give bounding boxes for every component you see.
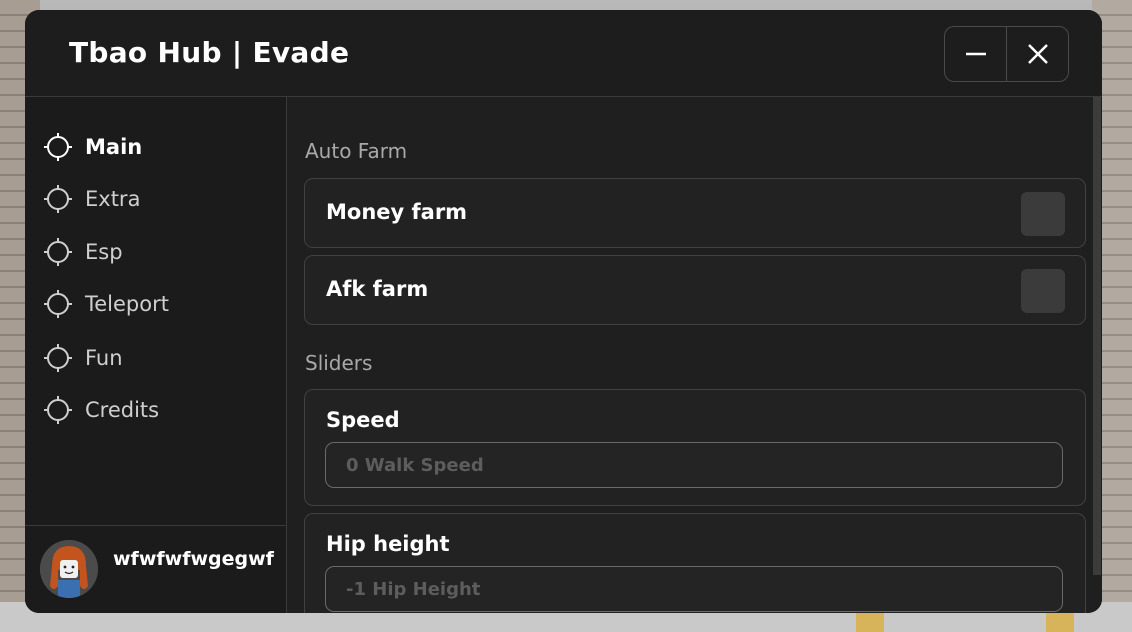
section-header-auto-farm: Auto Farm <box>305 139 408 163</box>
scrollbar[interactable] <box>1093 97 1101 575</box>
section-header-sliders: Sliders <box>305 351 373 375</box>
sidebar-item-label: Extra <box>85 187 141 211</box>
input-label: Hip height <box>326 532 450 556</box>
sidebar-item-label: Esp <box>85 240 123 264</box>
crosshair-icon <box>44 290 72 318</box>
username: wfwfwfwgegwf <box>113 548 274 570</box>
crosshair-icon <box>44 185 72 213</box>
close-icon <box>1027 44 1048 64</box>
speed-input-card: Speed <box>304 389 1086 506</box>
sidebar-item-label: Credits <box>85 398 160 422</box>
sidebar-item-main[interactable]: Main <box>43 129 142 165</box>
input-label: Speed <box>326 408 400 432</box>
sidebar-item-esp[interactable]: Esp <box>43 234 123 270</box>
sidebar: Main Extra Esp Teleport Fun Credits wfwf… <box>25 97 287 613</box>
sidebar-item-label: Main <box>85 135 143 159</box>
minimize-icon <box>965 52 986 56</box>
minimize-button[interactable] <box>945 27 1006 81</box>
crosshair-icon <box>44 133 72 161</box>
money-farm-toggle-card[interactable]: Money farm <box>304 178 1086 248</box>
afk-farm-toggle-card[interactable]: Afk farm <box>304 255 1086 325</box>
hip-height-input-card: Hip height <box>304 513 1086 613</box>
toggle-label: Money farm <box>326 200 468 224</box>
title-bar[interactable]: Tbao Hub | Evade <box>25 10 1102 97</box>
crosshair-icon <box>44 344 72 372</box>
crosshair-icon <box>44 238 72 266</box>
sidebar-item-label: Teleport <box>85 292 169 316</box>
user-profile: wfwfwfwgegwf <box>25 525 286 613</box>
window-title: Tbao Hub | Evade <box>69 36 350 69</box>
afk-farm-toggle[interactable] <box>1021 269 1065 313</box>
sidebar-item-label: Fun <box>85 346 123 370</box>
crosshair-icon <box>44 396 72 424</box>
avatar-image <box>40 540 98 598</box>
sidebar-item-credits[interactable]: Credits <box>43 392 159 428</box>
hub-window: Tbao Hub | Evade Main Extra Esp Teleport… <box>25 10 1102 613</box>
sidebar-item-extra[interactable]: Extra <box>43 181 140 217</box>
money-farm-toggle[interactable] <box>1021 192 1065 236</box>
avatar <box>40 540 98 598</box>
close-button[interactable] <box>1006 27 1068 81</box>
toggle-label: Afk farm <box>326 277 429 301</box>
sidebar-item-teleport[interactable]: Teleport <box>43 286 169 322</box>
window-controls <box>944 26 1069 82</box>
hip-height-input[interactable] <box>325 566 1063 612</box>
walk-speed-input[interactable] <box>325 442 1063 488</box>
sidebar-item-fun[interactable]: Fun <box>43 340 123 376</box>
main-panel: Auto Farm Money farm Afk farm Sliders Sp… <box>287 97 1102 613</box>
